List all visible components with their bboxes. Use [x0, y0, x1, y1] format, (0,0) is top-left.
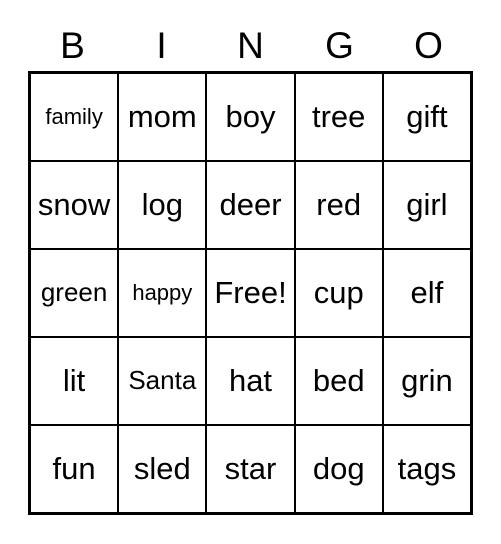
bingo-cell[interactable]: boy [207, 74, 296, 160]
bingo-cell[interactable]: tree [295, 74, 384, 160]
bingo-header-letter-o: O [414, 24, 443, 66]
bingo-header-row: B I N G O [28, 22, 473, 68]
bingo-free-space-label: Free! [214, 274, 287, 310]
bingo-cell[interactable]: green [31, 250, 120, 336]
bingo-cell-label: log [141, 186, 183, 222]
bingo-cell[interactable]: deer [207, 162, 296, 248]
bingo-grid: family mom boy tree gift snow log deer r… [28, 71, 473, 515]
bingo-cell[interactable]: Santa [119, 338, 208, 424]
bingo-cell-label: girl [406, 186, 448, 222]
bingo-cell[interactable]: family [31, 74, 120, 160]
bingo-cell-label: fun [52, 450, 96, 486]
bingo-cell-label: elf [410, 274, 444, 310]
bingo-cell[interactable]: lit [31, 338, 120, 424]
bingo-cell[interactable]: red [295, 162, 384, 248]
bingo-cell[interactable]: star [207, 426, 296, 512]
bingo-cell-label: gift [406, 98, 448, 134]
bingo-row: snow log deer red girl [31, 162, 471, 250]
bingo-card: B I N G O family mom boy tree gift snow … [0, 0, 501, 544]
bingo-cell-free-space[interactable]: Free! [207, 250, 296, 336]
bingo-cell[interactable]: elf [383, 250, 471, 336]
bingo-row: lit Santa hat bed grin [31, 338, 471, 426]
bingo-row: fun sled star dog tags [31, 426, 471, 512]
bingo-cell[interactable]: fun [31, 426, 120, 512]
bingo-cell[interactable]: snow [31, 162, 120, 248]
bingo-cell-label: boy [225, 98, 276, 134]
bingo-cell[interactable]: bed [295, 338, 384, 424]
bingo-cell-label: deer [219, 186, 282, 222]
bingo-cell[interactable]: girl [383, 162, 471, 248]
bingo-header-letter-n: N [237, 24, 264, 66]
bingo-cell[interactable]: log [119, 162, 208, 248]
bingo-cell[interactable]: tags [383, 426, 471, 512]
bingo-cell-label: tree [312, 98, 366, 134]
bingo-row: green happy Free! cup elf [31, 250, 471, 338]
bingo-cell-label: red [316, 186, 362, 222]
bingo-cell[interactable]: cup [295, 250, 384, 336]
bingo-cell-label: cup [313, 274, 364, 310]
bingo-header-letter-i: I [156, 24, 167, 66]
bingo-cell-label: lit [62, 362, 86, 398]
bingo-cell-label: dog [312, 450, 365, 486]
bingo-cell-label: green [40, 277, 108, 308]
bingo-cell-label: hat [228, 362, 273, 398]
bingo-header-letter-g: G [325, 24, 354, 66]
bingo-cell-label: tags [397, 450, 457, 486]
bingo-cell[interactable]: hat [207, 338, 296, 424]
bingo-cell[interactable]: dog [295, 426, 384, 512]
bingo-cell[interactable]: sled [119, 426, 208, 512]
bingo-cell[interactable]: grin [383, 338, 471, 424]
bingo-cell-label: mom [127, 98, 197, 134]
bingo-cell-label: snow [37, 186, 111, 222]
bingo-cell-label: star [224, 450, 277, 486]
bingo-cell[interactable]: gift [383, 74, 471, 160]
bingo-cell-label: bed [312, 362, 365, 398]
bingo-row: family mom boy tree gift [31, 74, 471, 162]
bingo-header-letter-b: B [60, 24, 85, 66]
bingo-cell[interactable]: happy [119, 250, 208, 336]
bingo-cell-label: Santa [128, 365, 197, 396]
bingo-cell-label: happy [132, 280, 193, 306]
bingo-cell-label: grin [401, 362, 453, 398]
bingo-cell[interactable]: mom [119, 74, 208, 160]
bingo-cell-label: sled [133, 450, 191, 486]
bingo-cell-label: family [45, 104, 103, 130]
